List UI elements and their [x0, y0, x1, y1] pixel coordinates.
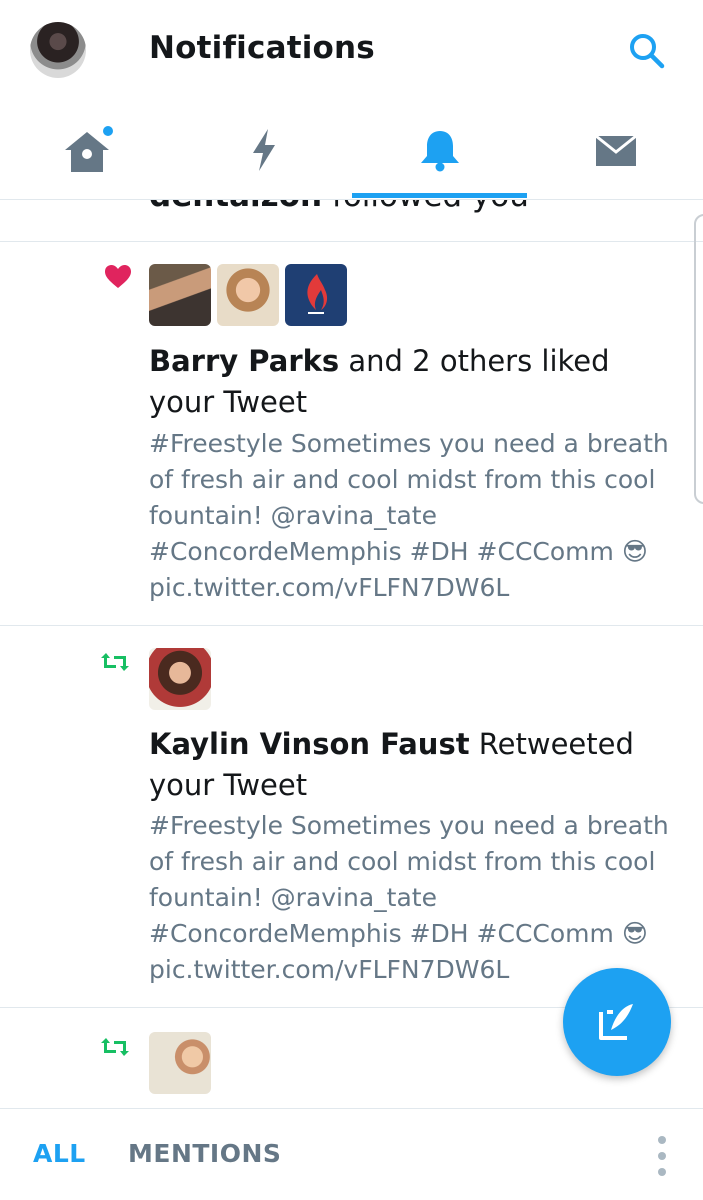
top-app-bar: Notifications [0, 0, 703, 100]
notification-heading: Barry Parks and 2 others liked your Twee… [149, 341, 679, 423]
more-vertical-icon[interactable] [650, 1133, 674, 1179]
avatar-group [149, 264, 347, 326]
tweet-preview-text[interactable]: #Freestyle Sometimes you need a breath o… [149, 426, 684, 606]
avatar-group [149, 1032, 211, 1094]
tab-moments[interactable] [176, 100, 351, 199]
list-item[interactable]: dentalzon followed you [0, 200, 703, 242]
tab-notifications[interactable] [352, 100, 527, 199]
filter-mentions-tab[interactable]: MENTIONS [128, 1139, 281, 1168]
profile-avatar[interactable] [30, 22, 86, 78]
heart-icon [105, 265, 131, 288]
notification-actor[interactable]: Kaylin Vinson Faust [149, 727, 470, 761]
avatar-group [149, 648, 211, 710]
filter-bar: ALL MENTIONS [0, 1108, 703, 1200]
tab-bar [0, 100, 703, 200]
filter-all-tab[interactable]: ALL [33, 1139, 86, 1168]
list-item[interactable]: Barry Parks and 2 others liked your Twee… [0, 242, 703, 626]
notification-action: followed you [322, 200, 529, 214]
search-icon [630, 34, 665, 69]
bell-icon [420, 130, 459, 171]
page-title: Notifications [149, 30, 375, 66]
avatar[interactable] [285, 264, 347, 326]
avatar[interactable] [149, 1032, 211, 1094]
avatar[interactable] [217, 264, 279, 326]
retweet-icon [101, 1038, 129, 1056]
new-content-dot [102, 125, 113, 136]
avatar[interactable] [149, 648, 211, 710]
active-tab-indicator [352, 193, 527, 198]
list-item[interactable]: Kaylin Vinson Faust Retweeted your Tweet… [0, 626, 703, 1008]
compose-tweet-icon [599, 1004, 633, 1040]
scroll-edge-glow [694, 214, 703, 504]
home-icon [64, 125, 113, 172]
retweet-icon [101, 653, 129, 671]
notification-heading: dentalzon followed you [149, 200, 529, 214]
flame-logo-icon [307, 274, 328, 314]
compose-tweet-button[interactable] [563, 968, 671, 1076]
avatar[interactable] [149, 264, 211, 326]
notification-heading: Kaylin Vinson Faust Retweeted your Tweet [149, 724, 679, 806]
lightning-icon [252, 128, 275, 171]
tab-home[interactable] [0, 100, 175, 199]
search-button[interactable] [624, 28, 670, 74]
notification-actor[interactable]: Barry Parks [149, 344, 339, 378]
tab-messages[interactable] [528, 100, 703, 199]
tweet-preview-text[interactable]: #Freestyle Sometimes you need a breath o… [149, 808, 684, 988]
notification-actor[interactable]: dentalzon [149, 200, 322, 214]
envelope-icon [594, 134, 637, 166]
